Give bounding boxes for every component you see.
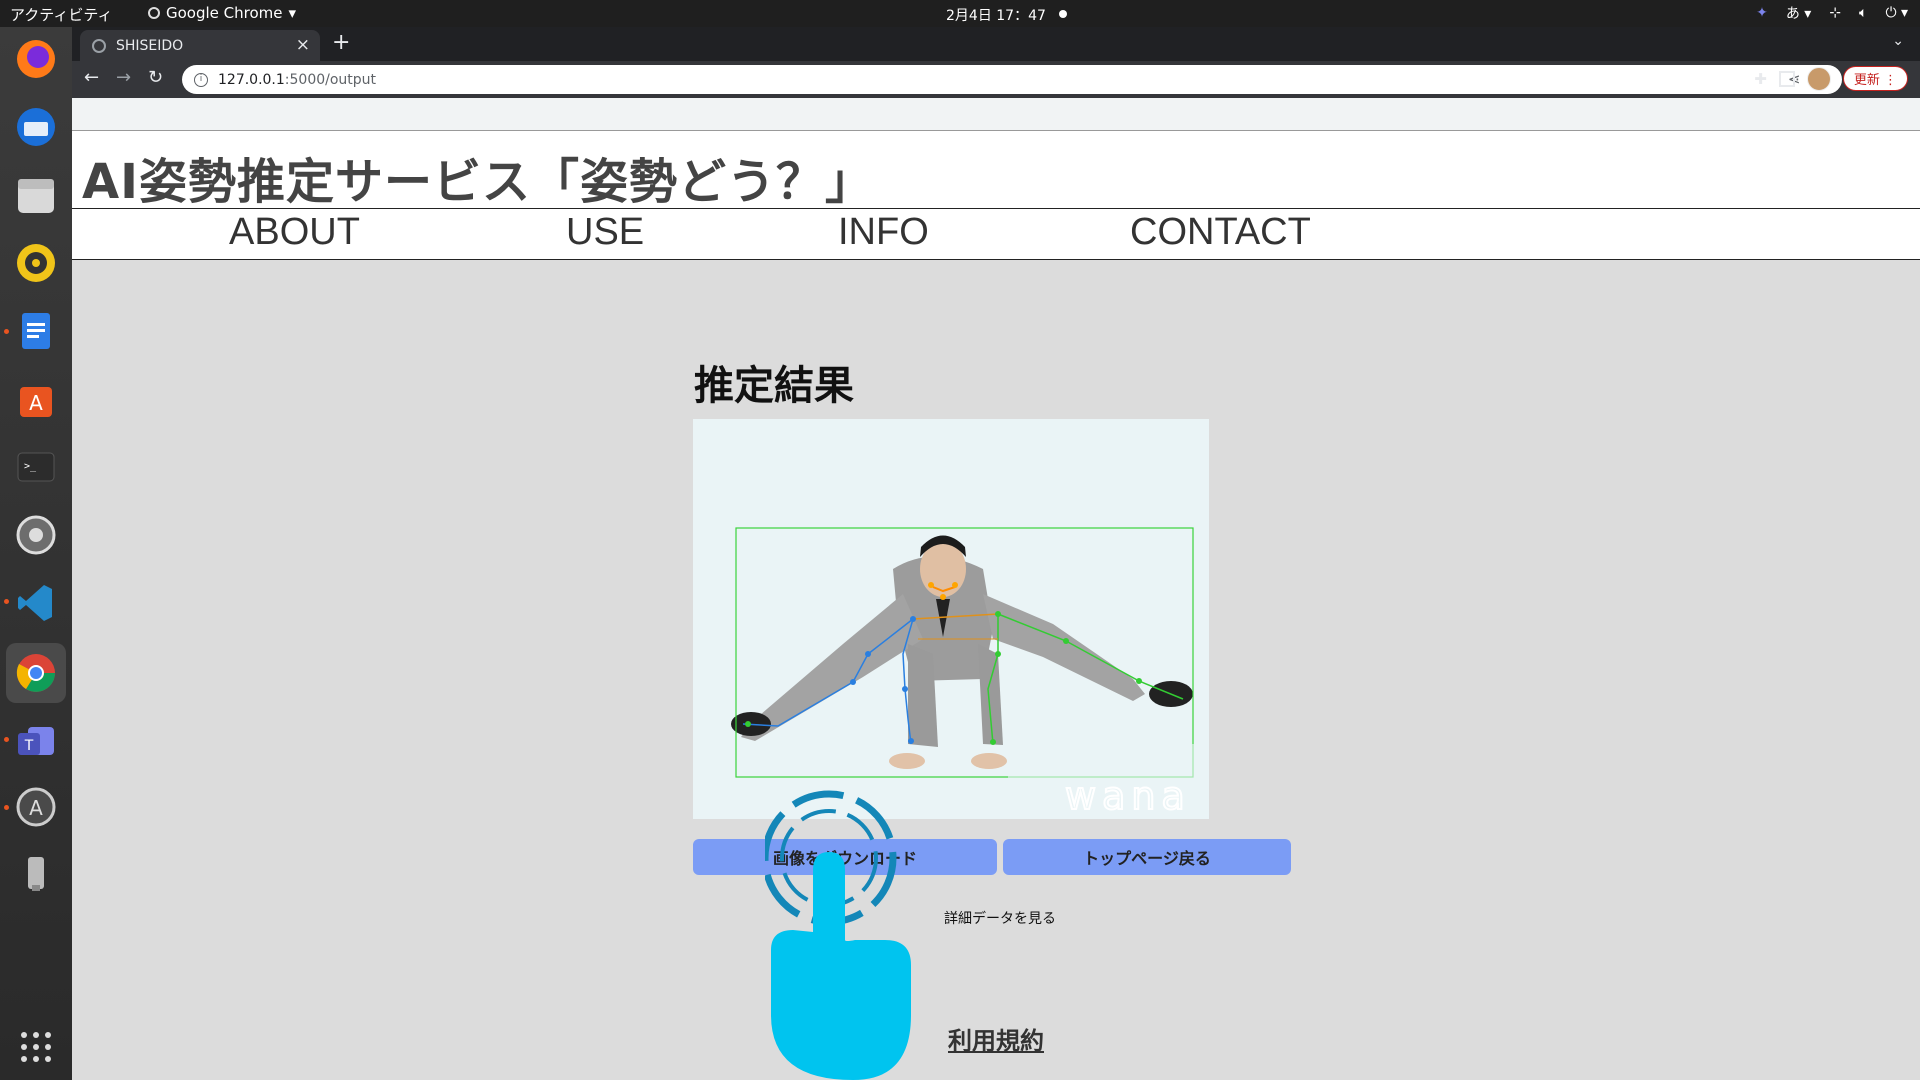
- svg-text:wana: wana: [1065, 774, 1191, 818]
- vscode-icon[interactable]: [12, 579, 60, 627]
- back-arrow-icon[interactable]: ←: [84, 67, 99, 88]
- files-icon[interactable]: [12, 171, 60, 219]
- download-image-button[interactable]: 画像をダウンロード: [693, 839, 997, 875]
- tab-shiseido[interactable]: SHISEIDO ×: [80, 30, 320, 61]
- system-tray[interactable]: ✦ あ ▾ ⊹ 🔈︎ ⏻ ▾: [1756, 3, 1908, 23]
- tap-gesture-pointer-icon: [765, 790, 911, 1080]
- browser-toolbar: ← → ↻ i 127.0.0.1:5000/output ⋖ ☆ ✚ 更新 ⋮: [72, 61, 1920, 98]
- pose-estimation-result-image: wana: [693, 419, 1209, 819]
- software-updater-icon[interactable]: A: [12, 783, 60, 831]
- tab-strip: SHISEIDO × + ⌄: [72, 27, 1920, 61]
- notification-dot: [1059, 10, 1067, 18]
- settings-icon[interactable]: [12, 511, 60, 559]
- profile-avatar[interactable]: [1806, 66, 1831, 91]
- update-button[interactable]: 更新 ⋮: [1842, 66, 1908, 91]
- svg-text:A: A: [29, 796, 43, 820]
- extensions-puzzle-icon[interactable]: ✚: [1754, 70, 1767, 88]
- pose-photo-illustration: wana: [693, 419, 1209, 819]
- network-icon[interactable]: ⊹: [1829, 5, 1841, 21]
- terms-of-service-link[interactable]: 利用規約: [948, 1021, 1044, 1056]
- system-top-bar: アクティビティ Google Chrome ▾ 2月4日 17：47 ✦ あ ▾…: [0, 0, 1920, 27]
- activities-button[interactable]: アクティビティ: [10, 4, 112, 25]
- teams-icon[interactable]: T: [12, 717, 60, 765]
- header-band: [72, 98, 1920, 131]
- running-indicator: [4, 599, 9, 604]
- svg-text:A: A: [29, 391, 43, 415]
- running-indicator: [4, 805, 9, 810]
- chrome-icon[interactable]: [6, 643, 66, 703]
- url-path: :5000/output: [284, 71, 377, 88]
- chrome-small-icon: [148, 7, 160, 19]
- site-info-icon[interactable]: i: [194, 72, 208, 87]
- nav-use[interactable]: USE: [566, 211, 644, 254]
- firefox-icon[interactable]: [12, 35, 60, 83]
- app-menu[interactable]: Google Chrome ▾: [148, 4, 296, 22]
- site-nav: ABOUT USE INFO CONTACT: [72, 208, 1920, 260]
- forward-arrow-icon[interactable]: →: [116, 67, 131, 88]
- svg-text:T: T: [24, 738, 34, 754]
- usb-drive-icon[interactable]: [12, 849, 60, 897]
- volume-icon[interactable]: 🔈︎: [1859, 5, 1867, 21]
- nav-about[interactable]: ABOUT: [229, 211, 360, 254]
- power-icon[interactable]: ⏻ ▾: [1885, 5, 1908, 21]
- teams-tray-icon[interactable]: ✦: [1756, 5, 1768, 21]
- close-tab-icon[interactable]: ×: [296, 35, 310, 55]
- reload-icon[interactable]: ↻: [148, 67, 163, 88]
- input-method[interactable]: あ ▾: [1786, 3, 1811, 23]
- running-indicator: [4, 329, 9, 334]
- terminal-icon[interactable]: >_: [12, 443, 60, 491]
- running-indicator: [4, 737, 9, 742]
- side-panel-icon[interactable]: [1778, 70, 1795, 87]
- thunderbird-icon[interactable]: [12, 103, 60, 151]
- web-page: AI姿勢推定サービス「姿勢どう？」 ABOUT USE INFO CONTACT…: [72, 98, 1920, 1080]
- detail-data-link[interactable]: 詳細データを見る: [944, 908, 1056, 928]
- url-host: 127.0.0.1: [218, 71, 285, 88]
- chevron-down-icon: ▾: [288, 4, 297, 22]
- libreoffice-writer-icon[interactable]: [12, 307, 60, 355]
- nav-contact[interactable]: CONTACT: [1130, 211, 1311, 254]
- clock[interactable]: 2月4日 17：47: [946, 5, 1046, 25]
- nav-info[interactable]: INFO: [838, 211, 929, 254]
- tab-title: SHISEIDO: [116, 37, 184, 54]
- show-apps-grid-icon[interactable]: [12, 1023, 60, 1071]
- result-heading: 推定結果: [694, 363, 854, 409]
- site-title: AI姿勢推定サービス「姿勢どう？」: [82, 154, 875, 210]
- back-to-top-button[interactable]: トップページ戻る: [1003, 839, 1291, 875]
- tab-search-chevron-icon[interactable]: ⌄: [1892, 33, 1904, 49]
- svg-text:>_: >_: [24, 461, 37, 472]
- new-tab-button[interactable]: +: [332, 30, 350, 55]
- app-menu-label: Google Chrome: [166, 4, 283, 22]
- dock: A >_ T A: [0, 27, 72, 1080]
- site-header: AI姿勢推定サービス「姿勢どう？」 ABOUT USE INFO CONTACT: [72, 98, 1920, 260]
- ubuntu-software-icon[interactable]: A: [12, 375, 60, 423]
- globe-icon: [92, 38, 106, 53]
- address-bar[interactable]: i 127.0.0.1:5000/output ⋖ ☆: [182, 65, 1842, 94]
- rhythmbox-icon[interactable]: [12, 239, 60, 287]
